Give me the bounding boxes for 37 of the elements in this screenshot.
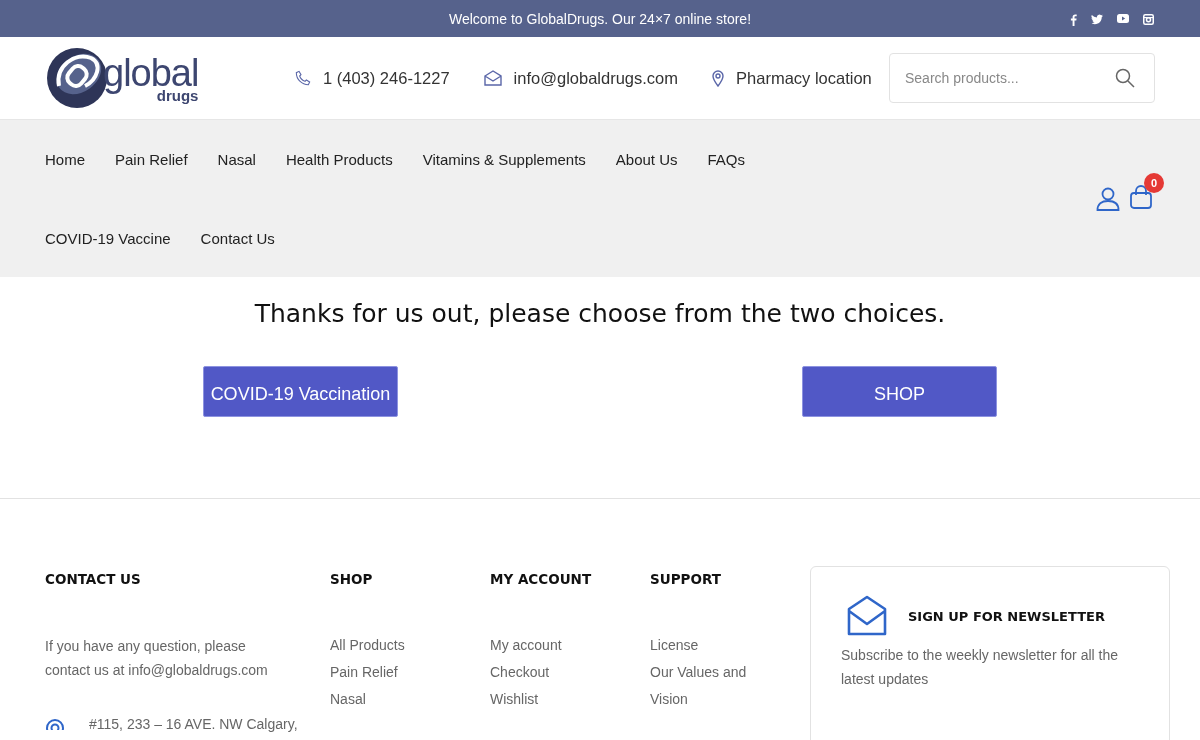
vaccination-button[interactable]: COVID-19 Vaccination [203, 366, 398, 417]
newsletter-text: Subscribe to the weekly newsletter for all the latest updates [841, 646, 1120, 689]
envelope-icon [846, 595, 888, 637]
search-icon[interactable] [1115, 68, 1135, 88]
envelope-icon [483, 70, 502, 86]
logo-wordmark: global [103, 53, 199, 92]
search-field[interactable]: Search products... [889, 53, 1155, 103]
user-icon[interactable] [1096, 186, 1120, 211]
shop-button[interactable]: SHOP [802, 366, 997, 417]
address-text: #115, 233 – 16 AVE. NW Calgary, [89, 715, 298, 734]
nav-link[interactable]: FAQs [707, 150, 745, 168]
nav-link[interactable]: COVID-19 Vaccine [45, 229, 171, 247]
twitter-icon[interactable] [1091, 14, 1103, 25]
footer-heading: SUPPORT [650, 571, 722, 587]
footer-heading: MY ACCOUNT [490, 571, 593, 587]
contact-text: If you have any question, please contact us at info@globaldrugs.com [45, 637, 269, 680]
welcome-message: Welcome to GlobalDrugs. Our 24×7 online store! [448, 10, 752, 27]
email-address[interactable]: info@globaldrugs.com [513, 68, 679, 88]
location-link[interactable]: Pharmacy location [736, 68, 872, 88]
footer-heading: SHOP [330, 571, 374, 587]
phone-number: 1 (403) 246-1227 [323, 68, 450, 88]
facebook-icon[interactable] [1070, 14, 1077, 26]
footer-heading: CONTACT US [45, 571, 142, 587]
nav-link[interactable]: Health Products [285, 150, 393, 168]
page-heading: Thanks for us out, please choose from the two choices. [254, 299, 946, 328]
nav-link[interactable]: Contact Us [200, 229, 275, 247]
instagram-icon[interactable] [1143, 14, 1154, 25]
newsletter-heading: SIGN UP FOR NEWSLETTER [908, 608, 1105, 624]
nav-link[interactable]: Pain Relief [115, 150, 188, 168]
nav-link[interactable]: Nasal [217, 150, 256, 168]
phone-icon [295, 70, 311, 86]
shopping-bag-icon[interactable] [1130, 184, 1152, 209]
cart-count-badge: 0 [1144, 172, 1164, 193]
youtube-icon[interactable] [1117, 14, 1129, 23]
nav-link[interactable]: About Us [615, 150, 678, 168]
nav-link[interactable]: Home [45, 150, 85, 168]
nav-link[interactable]: Vitamins & Supplements [422, 150, 586, 168]
